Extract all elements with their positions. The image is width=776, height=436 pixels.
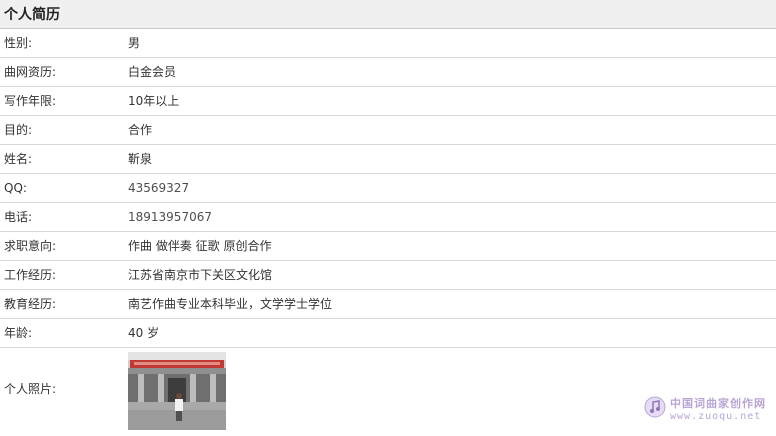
row-value: 10年以上: [128, 94, 180, 108]
row-value: 江苏省南京市下关区文化馆: [128, 268, 273, 282]
profile-row-writing-years: 写作年限: 10年以上: [0, 87, 776, 116]
watermark-url: www.zuoqu.net: [670, 411, 762, 422]
profile-row-gender: 性别: 男: [0, 29, 776, 58]
row-value: 18913957067: [128, 210, 212, 224]
row-value: 作曲 做伴奏 征歌 原创合作: [128, 239, 272, 253]
profile-photo-image: [128, 352, 226, 430]
profile-row-name: 姓名: 靳泉: [0, 145, 776, 174]
row-label: 工作经历:: [4, 268, 57, 282]
profile-row-age: 年龄: 40 岁: [0, 319, 776, 348]
row-value: 合作: [128, 123, 153, 137]
section-title: 个人简历: [4, 7, 60, 23]
profile-row-purpose: 目的: 合作: [0, 116, 776, 145]
music-note-icon: [644, 396, 666, 421]
row-value: 43569327: [128, 181, 190, 195]
row-value: 男: [128, 36, 141, 50]
row-value: 白金会员: [128, 65, 177, 79]
row-value: 南艺作曲专业本科毕业，文学学士学位: [128, 297, 333, 311]
row-label: 求职意向:: [4, 239, 57, 253]
row-label: 年龄:: [4, 326, 33, 340]
row-value: 40 岁: [128, 326, 160, 340]
row-label: 电话:: [4, 210, 33, 224]
profile-row-education: 教育经历: 南艺作曲专业本科毕业，文学学士学位: [0, 290, 776, 319]
row-value: 靳泉: [128, 152, 153, 166]
watermark-title: 中国词曲家创作网: [670, 397, 766, 410]
profile-row-work-experience: 工作经历: 江苏省南京市下关区文化馆: [0, 261, 776, 290]
site-watermark: 中国词曲家创作网 www.zuoqu.net: [644, 395, 766, 422]
row-label: 姓名:: [4, 152, 33, 166]
profile-photo[interactable]: [128, 352, 226, 430]
row-label: 性别:: [4, 36, 33, 50]
row-label: 写作年限:: [4, 94, 57, 108]
row-label: 曲网资历:: [4, 65, 57, 79]
profile-row-photo: 个人照片: 中国词曲家创作网 www.zuoqu.net: [0, 348, 776, 430]
profile-row-qq: QQ: 43569327: [0, 174, 776, 203]
section-header: 个人简历: [0, 0, 776, 29]
row-label: 教育经历:: [4, 297, 57, 311]
row-label: 目的:: [4, 123, 33, 137]
profile-row-membership: 曲网资历: 白金会员: [0, 58, 776, 87]
profile-row-job-intent: 求职意向: 作曲 做伴奏 征歌 原创合作: [0, 232, 776, 261]
row-label: 个人照片:: [4, 382, 57, 396]
row-label: QQ:: [4, 181, 27, 195]
profile-row-phone: 电话: 18913957067: [0, 203, 776, 232]
